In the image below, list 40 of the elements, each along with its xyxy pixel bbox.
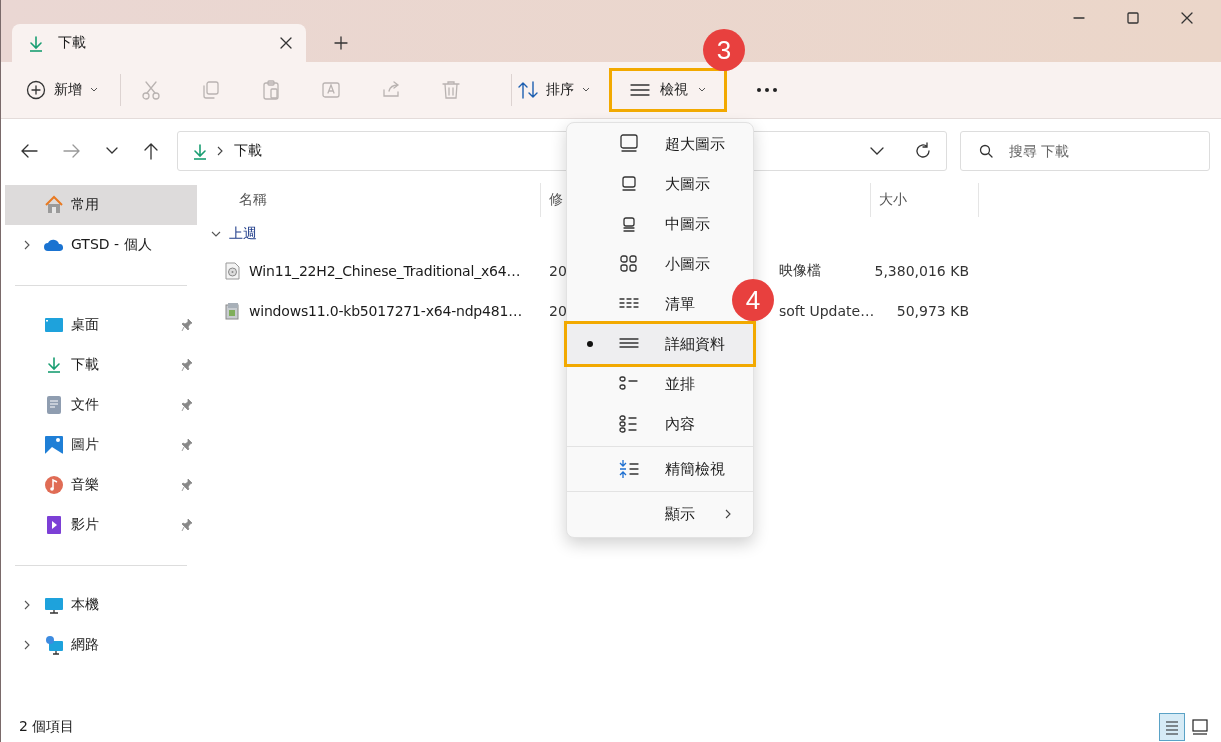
menu-item[interactable]: 清單 bbox=[567, 284, 729, 324]
sidebar-item[interactable]: 下載 bbox=[5, 345, 197, 385]
column-header[interactable]: 修 bbox=[549, 191, 563, 209]
sidebar-item[interactable]: 常用 bbox=[5, 185, 197, 225]
table-cell: 5,380,016 KB bbox=[874, 263, 969, 279]
sidebar-item[interactable]: GTSD - 個人 bbox=[5, 225, 197, 265]
table-cell: 20 bbox=[549, 303, 567, 319]
new-button[interactable]: 新增 bbox=[26, 71, 104, 109]
menu-item[interactable]: 小圖示 bbox=[567, 244, 729, 284]
sidebar-item[interactable]: 文件 bbox=[5, 385, 197, 425]
search-field[interactable]: 搜尋 下載 bbox=[1009, 132, 1209, 170]
breadcrumb-item[interactable]: 下載 bbox=[234, 142, 262, 160]
menu-item[interactable]: 顯示 bbox=[567, 494, 753, 534]
table-cell: 20 bbox=[549, 263, 567, 279]
search-box[interactable]: 搜尋 下載 bbox=[960, 131, 1210, 171]
sort-button[interactable]: 排序 bbox=[510, 71, 598, 109]
table-cell: 50,973 KB bbox=[896, 303, 969, 319]
sidebar-item[interactable]: 圖片 bbox=[5, 425, 197, 465]
group-header[interactable]: 上週 bbox=[207, 217, 257, 251]
file-name[interactable]: windows11.0-kb5017271-x64-ndp481… bbox=[249, 303, 522, 319]
step-badge: 4 bbox=[732, 279, 774, 321]
column-header[interactable]: 名稱 bbox=[239, 191, 267, 209]
column-header[interactable]: 大小 bbox=[879, 191, 907, 209]
menu-item[interactable]: 中圖示 bbox=[567, 204, 729, 244]
sidebar-item[interactable]: 網路 bbox=[5, 625, 197, 665]
sidebar-item[interactable]: 影片 bbox=[5, 505, 197, 545]
sidebar-item[interactable]: 音樂 bbox=[5, 465, 197, 505]
tab[interactable]: 下載 bbox=[12, 24, 306, 62]
menu-item[interactable]: 內容 bbox=[567, 404, 729, 444]
view-button[interactable]: 檢視 bbox=[612, 71, 724, 109]
menu-item[interactable]: 並排 bbox=[567, 364, 729, 404]
menu-item[interactable]: 精簡檢視 bbox=[567, 449, 729, 489]
table-cell: soft Update… bbox=[779, 303, 875, 319]
item-count: 2 個項目 bbox=[19, 718, 75, 736]
table-cell: 映像檔 bbox=[779, 262, 821, 280]
sidebar-item[interactable]: 桌面 bbox=[5, 305, 197, 345]
file-name[interactable]: Win11_22H2_Chinese_Traditional_x64… bbox=[249, 263, 521, 279]
tab-label: 下載 bbox=[58, 34, 87, 52]
sidebar-item[interactable]: 本機 bbox=[5, 585, 197, 625]
menu-item[interactable]: 詳細資料 bbox=[567, 324, 753, 364]
